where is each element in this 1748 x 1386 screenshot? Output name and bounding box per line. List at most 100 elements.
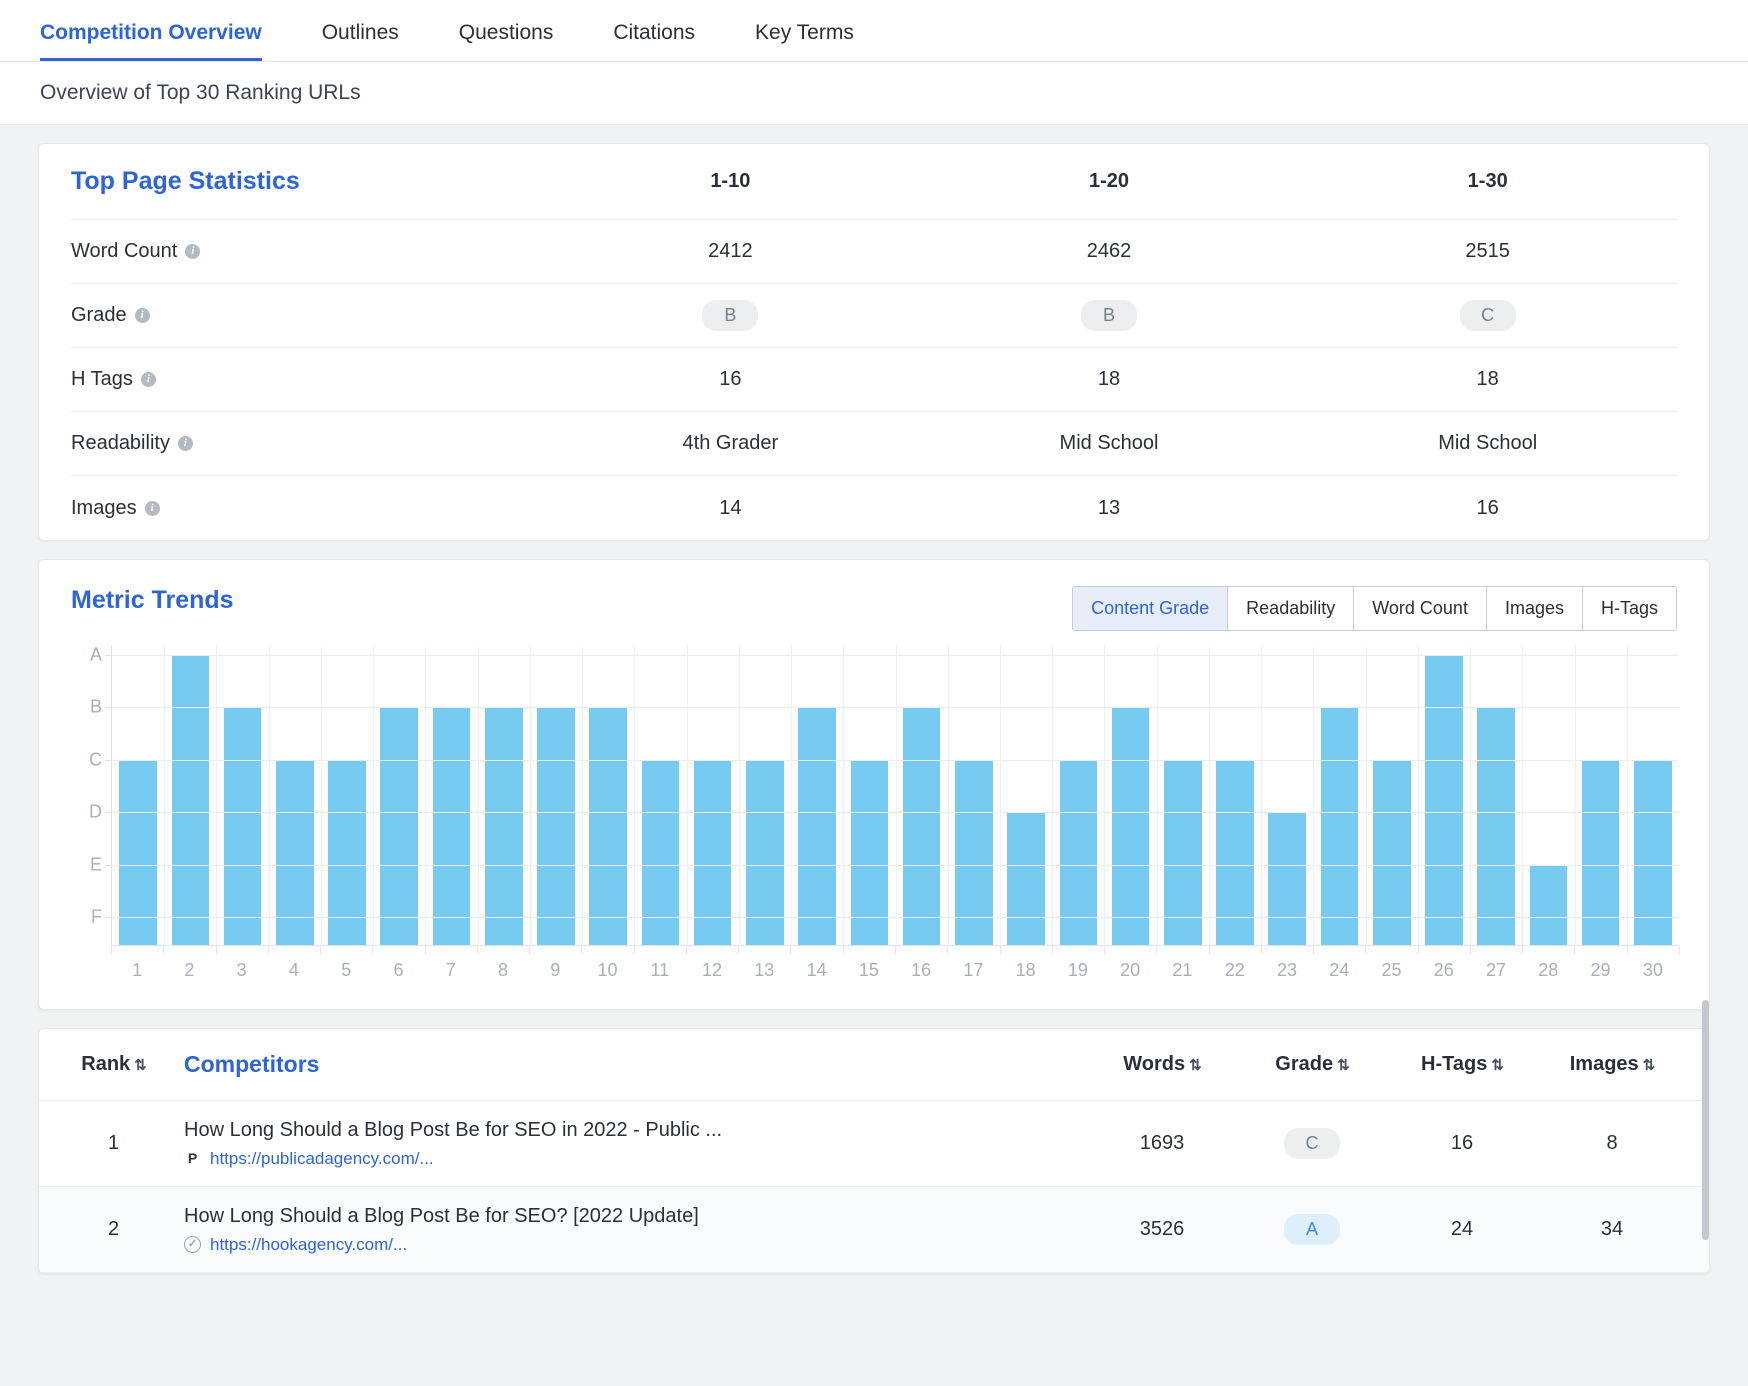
chart-bar-cell[interactable] bbox=[1313, 645, 1365, 945]
chart-bar-cell[interactable] bbox=[582, 645, 634, 945]
chart-bar[interactable] bbox=[1477, 707, 1515, 945]
column-header-words[interactable]: Words ⇅ bbox=[1087, 1053, 1237, 1076]
favicon-icon: P bbox=[184, 1150, 201, 1167]
chart-bar-cell[interactable] bbox=[1000, 645, 1052, 945]
chart-bar-cell[interactable] bbox=[112, 645, 164, 945]
chart-vertical-gridline bbox=[373, 645, 374, 945]
info-icon[interactable]: i bbox=[141, 372, 156, 387]
chart-bar-cell[interactable] bbox=[321, 645, 373, 945]
chart-bar-cell[interactable] bbox=[373, 645, 425, 945]
chart-bar[interactable] bbox=[589, 707, 627, 945]
metric-button-h-tags[interactable]: H-Tags bbox=[1583, 587, 1676, 630]
sort-icon[interactable]: ⇅ bbox=[1643, 1056, 1655, 1074]
metric-button-readability[interactable]: Readability bbox=[1228, 587, 1354, 630]
x-axis-label: 1 bbox=[111, 960, 163, 981]
chart-x-axis: 1234567891011121314151617181920212223242… bbox=[111, 945, 1679, 987]
info-icon[interactable]: i bbox=[178, 436, 193, 451]
tab-questions[interactable]: Questions bbox=[459, 21, 584, 61]
chart-bar-cell[interactable] bbox=[530, 645, 582, 945]
chart-bar[interactable] bbox=[1268, 812, 1306, 945]
tab-key-terms[interactable]: Key Terms bbox=[755, 21, 884, 61]
column-header-images[interactable]: Images ⇅ bbox=[1537, 1053, 1687, 1076]
info-icon[interactable]: i bbox=[145, 501, 160, 516]
chart-bar-cell[interactable] bbox=[1627, 645, 1679, 945]
stat-row-word-count: Word Count i 2412 2462 2515 bbox=[71, 220, 1677, 284]
vertical-scrollbar[interactable] bbox=[1702, 1000, 1709, 1240]
chart-vertical-gridline bbox=[530, 645, 531, 945]
chart-bar-cell[interactable] bbox=[478, 645, 530, 945]
row-title[interactable]: How Long Should a Blog Post Be for SEO? … bbox=[184, 1205, 1087, 1228]
sort-icon[interactable]: ⇅ bbox=[1189, 1056, 1201, 1074]
chart-bar[interactable] bbox=[485, 707, 523, 945]
chart-bar-cell[interactable] bbox=[634, 645, 686, 945]
chart-bar[interactable] bbox=[903, 707, 941, 945]
chart-bar[interactable] bbox=[1530, 865, 1568, 945]
info-icon[interactable]: i bbox=[185, 244, 200, 259]
chart-bar-cell[interactable] bbox=[1052, 645, 1104, 945]
column-header-htags[interactable]: H-Tags ⇅ bbox=[1387, 1053, 1537, 1076]
sort-icon[interactable]: ⇅ bbox=[1337, 1056, 1349, 1074]
metric-button-content-grade[interactable]: Content Grade bbox=[1073, 587, 1228, 630]
chart-vertical-gridline bbox=[478, 645, 479, 945]
x-axis-tick bbox=[1522, 946, 1523, 954]
row-grade: A bbox=[1237, 1214, 1387, 1245]
stat-label: Images i bbox=[71, 497, 541, 520]
chart-bar-cell[interactable] bbox=[216, 645, 268, 945]
chart-bar-cell[interactable] bbox=[1157, 645, 1209, 945]
chart-bar[interactable] bbox=[1112, 707, 1150, 945]
chart-bar[interactable] bbox=[433, 707, 471, 945]
y-axis-label: B bbox=[70, 697, 102, 718]
chart-bar-cell[interactable] bbox=[1522, 645, 1574, 945]
row-rank: 2 bbox=[61, 1218, 166, 1241]
column-header-grade[interactable]: Grade ⇅ bbox=[1237, 1053, 1387, 1076]
x-axis-label: 18 bbox=[1000, 960, 1052, 981]
tab-outlines[interactable]: Outlines bbox=[322, 21, 429, 61]
stat-value: 13 bbox=[920, 497, 1299, 520]
table-row[interactable]: 1 How Long Should a Blog Post Be for SEO… bbox=[39, 1101, 1709, 1187]
chart-bar-cell[interactable] bbox=[269, 645, 321, 945]
chart-bar[interactable] bbox=[798, 707, 836, 945]
y-axis-label: A bbox=[70, 645, 102, 666]
chart-bar-cell[interactable] bbox=[896, 645, 948, 945]
tab-citations[interactable]: Citations bbox=[613, 21, 725, 61]
chart-bar-cell[interactable] bbox=[739, 645, 791, 945]
chart-bar-cell[interactable] bbox=[164, 645, 216, 945]
chart-bar-cell[interactable] bbox=[1104, 645, 1156, 945]
row-url[interactable]: https://hookagency.com/... bbox=[210, 1235, 407, 1255]
stat-value: Mid School bbox=[1298, 432, 1677, 455]
chart-bar-cell[interactable] bbox=[1261, 645, 1313, 945]
chart-bar-cell[interactable] bbox=[1575, 645, 1627, 945]
stat-value: 2412 bbox=[541, 240, 920, 263]
metric-button-word-count[interactable]: Word Count bbox=[1354, 587, 1487, 630]
table-row[interactable]: 2 How Long Should a Blog Post Be for SEO… bbox=[39, 1187, 1709, 1273]
chart-bar-cell[interactable] bbox=[1209, 645, 1261, 945]
chart-bar-cell[interactable] bbox=[948, 645, 1000, 945]
chart-vertical-gridline bbox=[1366, 645, 1367, 945]
chart-vertical-gridline bbox=[164, 645, 165, 945]
chart-bar[interactable] bbox=[1321, 707, 1359, 945]
x-axis-tick bbox=[1470, 946, 1471, 954]
row-title[interactable]: How Long Should a Blog Post Be for SEO i… bbox=[184, 1119, 1087, 1142]
sort-icon[interactable]: ⇅ bbox=[134, 1056, 146, 1074]
chart-bar[interactable] bbox=[537, 707, 575, 945]
chart-bar-cell[interactable] bbox=[1470, 645, 1522, 945]
chart-bar[interactable] bbox=[224, 707, 262, 945]
tab-competition-overview[interactable]: Competition Overview bbox=[40, 21, 292, 61]
chart-bar-cell[interactable] bbox=[843, 645, 895, 945]
x-axis-label: 11 bbox=[634, 960, 686, 981]
info-icon[interactable]: i bbox=[135, 308, 150, 323]
sort-icon[interactable]: ⇅ bbox=[1491, 1056, 1503, 1074]
column-header-rank[interactable]: Rank ⇅ bbox=[61, 1053, 166, 1076]
chart-bar[interactable] bbox=[380, 707, 418, 945]
chart-bar-cell[interactable] bbox=[1366, 645, 1418, 945]
chart-bar-cell[interactable] bbox=[425, 645, 477, 945]
row-url[interactable]: https://publicadagency.com/... bbox=[210, 1149, 434, 1169]
chart-bar[interactable] bbox=[1007, 812, 1045, 945]
statistics-table: Top Page Statistics 1-10 1-20 1-30 Word … bbox=[39, 144, 1709, 540]
metric-button-images[interactable]: Images bbox=[1487, 587, 1583, 630]
chart-bar-cell[interactable] bbox=[791, 645, 843, 945]
chart-bar-cell[interactable] bbox=[687, 645, 739, 945]
chart-bar[interactable] bbox=[172, 655, 210, 945]
chart-bar[interactable] bbox=[1425, 655, 1463, 945]
chart-bar-cell[interactable] bbox=[1418, 645, 1470, 945]
